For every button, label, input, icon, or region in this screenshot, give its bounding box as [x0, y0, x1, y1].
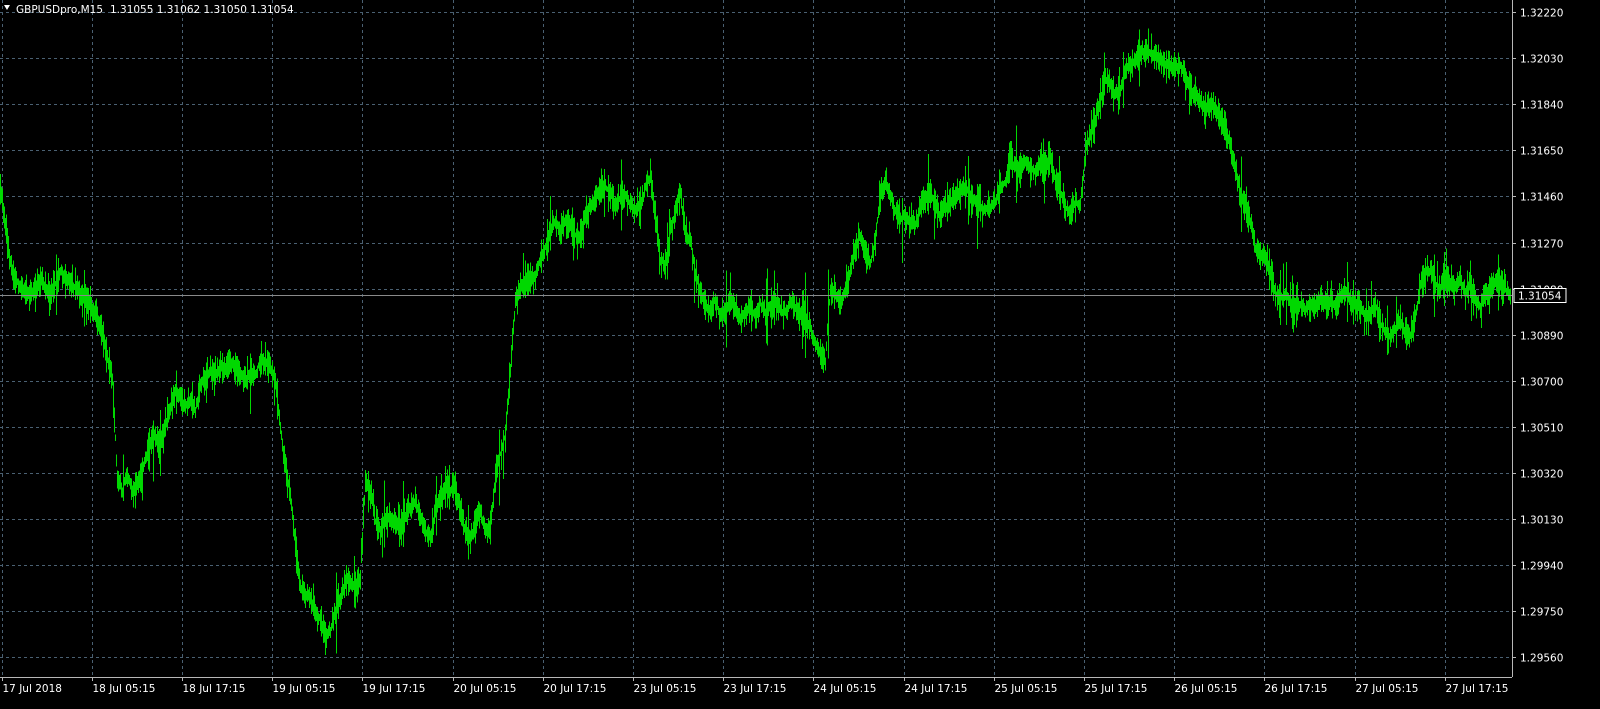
- symbol-timeframe: GBPUSDpro,M15: [16, 4, 103, 16]
- time-tick-label: 25 Jul 05:15: [995, 683, 1058, 695]
- time-tick-label: 25 Jul 17:15: [1085, 683, 1148, 695]
- triangle-down-icon[interactable]: [4, 5, 10, 10]
- time-tick-label: 18 Jul 17:15: [183, 683, 246, 695]
- ohlc-values: 1.31055 1.31062 1.31050 1.31054: [110, 4, 294, 16]
- price-tick-label: 1.29750: [1520, 607, 1563, 619]
- price-tick-label: 1.31650: [1520, 146, 1563, 158]
- time-tick-label: 26 Jul 05:15: [1175, 683, 1238, 695]
- time-tick-label: 24 Jul 17:15: [905, 683, 968, 695]
- time-tick-label: 19 Jul 05:15: [273, 683, 336, 695]
- current-price-label: 1.31054: [1518, 291, 1562, 303]
- price-tick-label: 1.29560: [1520, 653, 1563, 665]
- price-axis: 1.32220 1.32030 1.31840 1.31650 1.31460 1.312…: [1512, 8, 1563, 665]
- time-tick-label: 23 Jul 05:15: [634, 683, 697, 695]
- time-tick-label: 26 Jul 17:15: [1265, 683, 1328, 695]
- chart-header[interactable]: GBPUSDpro,M15 1.31055 1.31062 1.31050 1.…: [4, 4, 294, 16]
- price-tick-label: 1.31840: [1520, 100, 1563, 112]
- time-tick-label: 19 Jul 17:15: [363, 683, 426, 695]
- time-tick-label: 23 Jul 17:15: [724, 683, 787, 695]
- price-tick-label: 1.30320: [1520, 469, 1563, 481]
- price-tick-label: 1.29940: [1520, 561, 1563, 573]
- time-tick-label: 17 Jul 2018: [3, 683, 62, 695]
- price-tick-label: 1.30700: [1520, 377, 1563, 389]
- price-tick-label: 1.30130: [1520, 515, 1563, 527]
- time-tick-label: 20 Jul 17:15: [544, 683, 607, 695]
- price-tick-label: 1.30890: [1520, 331, 1563, 343]
- price-bars: [0, 28, 1511, 655]
- chart-window[interactable]: 1.32220 1.32030 1.31840 1.31650 1.31460 1.312…: [0, 0, 1600, 709]
- time-axis: 17 Jul 2018 18 Jul 05:15 18 Jul 17:15 19 Ju…: [2, 677, 1509, 695]
- grid: [0, 0, 1512, 677]
- price-tick-label: 1.30510: [1520, 423, 1563, 435]
- price-chart[interactable]: 1.32220 1.32030 1.31840 1.31650 1.31460 1.312…: [0, 0, 1600, 709]
- price-tick-label: 1.32220: [1520, 8, 1563, 20]
- time-tick-label: 24 Jul 05:15: [814, 683, 877, 695]
- current-price-tag: 1.31054: [1513, 288, 1567, 303]
- price-tick-label: 1.31270: [1520, 239, 1563, 251]
- price-tick-label: 1.31460: [1520, 192, 1563, 204]
- price-tick-label: 1.32030: [1520, 54, 1563, 66]
- time-tick-label: 27 Jul 05:15: [1356, 683, 1419, 695]
- time-tick-label: 20 Jul 05:15: [454, 683, 517, 695]
- time-tick-label: 27 Jul 17:15: [1446, 683, 1509, 695]
- time-tick-label: 18 Jul 05:15: [93, 683, 156, 695]
